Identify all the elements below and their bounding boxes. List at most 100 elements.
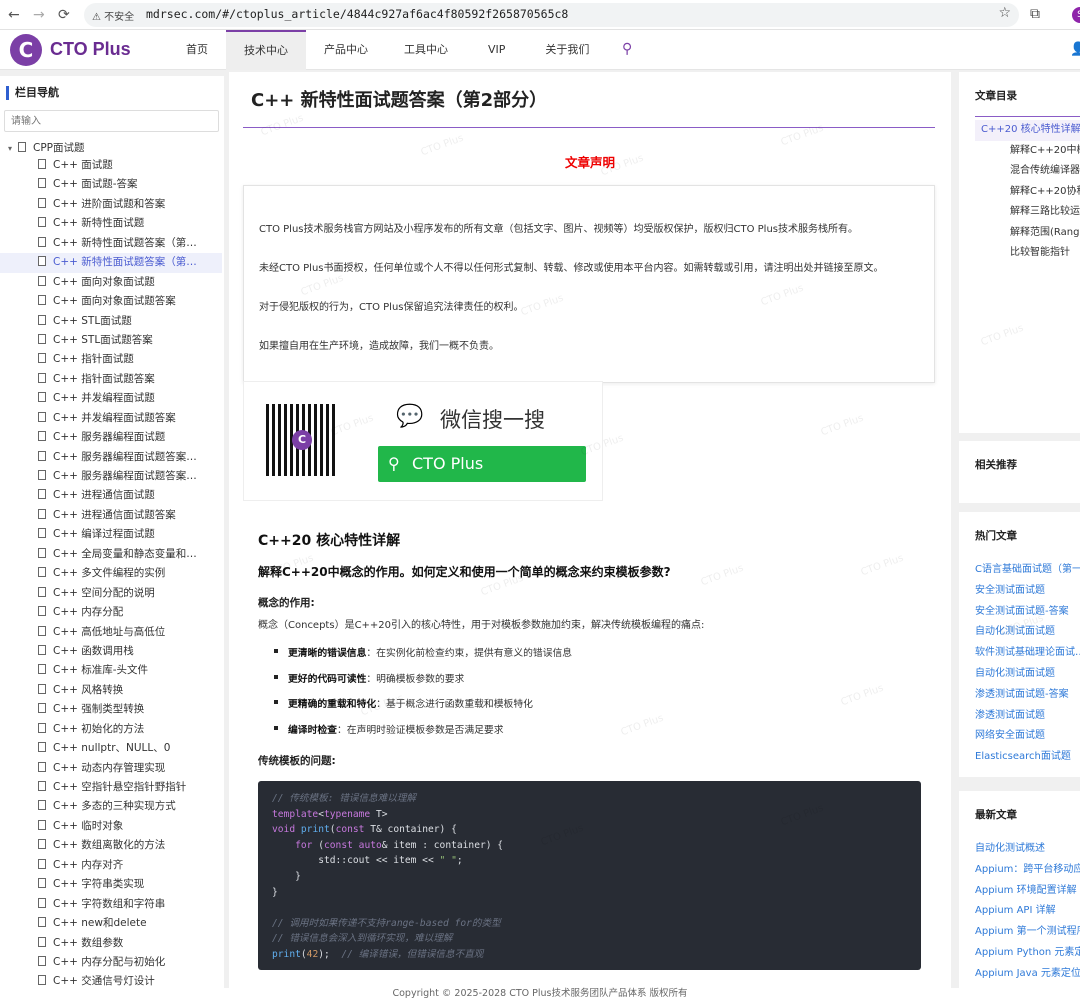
sidebar-item-label: C++ 强制类型转换 [53, 703, 145, 716]
sidebar-tree-item[interactable]: C++ 动态内存管理实现 [0, 759, 222, 778]
tree-root-cpp[interactable]: ▾ CPP面试题 [0, 140, 224, 156]
toc-item[interactable]: 解释三路比较运 [975, 202, 1080, 223]
sidebar-tree-item[interactable]: C++ 面试题-答案 [0, 175, 222, 194]
hot-article-link[interactable]: 软件测试基础理论面试… [975, 643, 1080, 664]
hot-article-link[interactable]: 自动化测试面试题 [975, 622, 1080, 643]
sidebar-tree-item[interactable]: C++ 风格转换 [0, 681, 222, 700]
sidebar-tree-item[interactable]: C++ 编译过程面试题 [0, 525, 222, 544]
sidebar-tree-item[interactable]: C++ STL面试题 [0, 312, 222, 331]
reload-icon[interactable]: ⟳ [58, 7, 70, 23]
sidebar-tree-item[interactable]: C++ STL面试题答案 [0, 331, 222, 350]
hot-article-link[interactable]: 安全测试面试题 [975, 581, 1080, 602]
hot-article-link[interactable]: 渗透测试面试题 [975, 706, 1080, 727]
logo-text[interactable]: CTO Plus [50, 39, 131, 60]
sidebar-tree-item[interactable]: C++ 全局变量和静态变量和… [0, 545, 222, 564]
sidebar-tree-item[interactable]: C++ 内存分配与初始化 [0, 953, 222, 972]
sidebar-tree-item[interactable]: C++ 内存分配 [0, 603, 222, 622]
logo-icon[interactable]: C [10, 34, 42, 66]
sidebar-tree-item[interactable]: C++ 并发编程面试题 [0, 389, 222, 408]
latest-article-link[interactable]: Appium Python 元素定… [975, 943, 1080, 964]
latest-article-link[interactable]: Appium 环境配置详解 [975, 881, 1080, 902]
sidebar-tree-item[interactable]: C++ 强制类型转换 [0, 700, 222, 719]
menu-item-vip[interactable]: VIP [466, 30, 527, 70]
sidebar-tree-item[interactable]: C++ 内存对齐 [0, 856, 222, 875]
collapse-arrow-icon[interactable]: ▾ [8, 144, 12, 153]
hot-article-link[interactable]: Elasticsearch面试题 [975, 747, 1080, 768]
menu-item-about[interactable]: 关于我们 [527, 30, 607, 70]
sidebar-tree-item[interactable]: C++ 服务器编程面试题 [0, 428, 222, 447]
document-icon [38, 392, 46, 403]
wechat-search-banner: C 💬 微信搜一搜 ⚲ CTO Plus [243, 381, 603, 501]
sidebar-tree-item[interactable]: C++ 空间分配的说明 [0, 584, 222, 603]
code-block[interactable]: // 传统模板: 错误信息难以理解 template<typename T> v… [258, 781, 921, 970]
sidebar-search-input[interactable] [4, 110, 219, 132]
sidebar-tree-item[interactable]: C++ 多文件编程的实例 [0, 564, 222, 583]
sidebar-tree-item[interactable]: C++ 数组参数 [0, 934, 222, 953]
address-bar[interactable]: ⚠ 不安全 mdrsec.com/#/ctoplus_article/4844c… [84, 3, 1019, 27]
not-secure-badge[interactable]: ⚠ 不安全 [92, 8, 134, 23]
hot-article-link[interactable]: 渗透测试面试题-答案 [975, 685, 1080, 706]
sidebar-tree-item[interactable]: C++ 数组离散化的方法 [0, 836, 222, 855]
sidebar-tree-item[interactable]: C++ 指针面试题答案 [0, 370, 222, 389]
sidebar-tree-item[interactable]: C++ 空指针悬空指针野指针 [0, 778, 222, 797]
user-icon[interactable]: 👤 [1070, 42, 1080, 57]
document-icon [38, 683, 46, 694]
sidebar-tree-item[interactable]: C++ nullptr、NULL、0 [0, 739, 222, 758]
extensions-icon[interactable]: ⧉ [1030, 6, 1040, 22]
sidebar-tree-item[interactable]: C++ 新特性面试题答案（第… [0, 234, 222, 253]
sidebar-tree-item[interactable]: C++ 高低地址与高低位 [0, 623, 222, 642]
sidebar-tree-item[interactable]: C++ 字符数组和字符串 [0, 895, 222, 914]
sidebar-item-label: C++ 指针面试题答案 [53, 372, 155, 385]
menu-item-tech-center[interactable]: 技术中心 [226, 30, 306, 70]
toc-item[interactable]: 混合传统编译器 [975, 161, 1080, 182]
sidebar-tree-item[interactable]: C++ 服务器编程面试题答案… [0, 448, 222, 467]
profile-avatar[interactable]: S [1072, 7, 1080, 23]
sidebar-tree-item[interactable]: C++ 字符串类实现 [0, 875, 222, 894]
latest-article-link[interactable]: Appium：跨平台移动应… [975, 860, 1080, 881]
toc-item[interactable]: 比较智能指针 [975, 243, 1080, 264]
sidebar-tree-item[interactable]: C++ 面向对象面试题 [0, 273, 222, 292]
document-icon [38, 295, 46, 306]
wechat-search-button[interactable]: ⚲ CTO Plus [378, 446, 586, 482]
latest-article-link[interactable]: 自动化测试概述 [975, 839, 1080, 860]
latest-article-link[interactable]: Appium API 详解 [975, 901, 1080, 922]
code-line: // 调用时如果传递不支持range-based for的类型 [272, 917, 501, 929]
latest-title: 最新文章 [975, 809, 1017, 821]
toc-item[interactable]: 解释范围(Rang [975, 223, 1080, 244]
sidebar-tree-item[interactable]: C++ 标准库-头文件 [0, 661, 222, 680]
sidebar-tree-item[interactable]: C++ 临时对象 [0, 817, 222, 836]
hot-article-link[interactable]: 自动化测试面试题 [975, 664, 1080, 685]
sidebar-tree-item[interactable]: C++ 多态的三种实现方式 [0, 797, 222, 816]
sidebar-tree-item[interactable]: C++ 指针面试题 [0, 350, 222, 369]
back-arrow-icon[interactable]: ← [8, 7, 20, 23]
document-icon [38, 644, 46, 655]
sidebar-tree-item[interactable]: C++ 进阶面试题和答案 [0, 195, 222, 214]
bookmark-star-icon[interactable]: ☆ [998, 5, 1011, 21]
sidebar-tree-item[interactable]: C++ 面试题 [0, 156, 222, 175]
hot-article-link[interactable]: 网络安全面试题 [975, 726, 1080, 747]
sidebar-tree-item[interactable]: C++ 进程通信面试题 [0, 486, 222, 505]
sidebar-tree-item[interactable]: C++ 服务器编程面试题答案… [0, 467, 222, 486]
sidebar-tree-item[interactable]: C++ 进程通信面试题答案 [0, 506, 222, 525]
sidebar-tree-item[interactable]: C++ 面向对象面试题答案 [0, 292, 222, 311]
sidebar-tree-item[interactable]: C++ 并发编程面试题答案 [0, 409, 222, 428]
menu-item-products[interactable]: 产品中心 [306, 30, 386, 70]
search-icon[interactable]: ⚲ [622, 41, 632, 57]
sidebar-tree-item[interactable]: C++ 初始化的方法 [0, 720, 222, 739]
hot-article-link[interactable]: C语言基础面试题（第一… [975, 560, 1080, 581]
sidebar-tree-item[interactable]: C++ new和delete [0, 914, 222, 933]
url-text[interactable]: mdrsec.com/#/ctoplus_article/4844c927af6… [146, 7, 568, 21]
sidebar-tree-item[interactable]: C++ 新特性面试题 [0, 214, 222, 233]
latest-article-link[interactable]: Appium 第一个测试程序 [975, 922, 1080, 943]
menu-item-tools[interactable]: 工具中心 [386, 30, 466, 70]
document-icon [38, 606, 46, 617]
toc-item[interactable]: C++20 核心特性详解 [975, 120, 1080, 141]
hot-article-link[interactable]: 安全测试面试题-答案 [975, 602, 1080, 623]
forward-arrow-icon[interactable]: → [33, 7, 45, 23]
menu-item-home[interactable]: 首页 [168, 30, 226, 70]
toc-item[interactable]: 解释C++20中概 [975, 141, 1080, 162]
latest-article-link[interactable]: Appium Java 元素定位… [975, 964, 1080, 985]
sidebar-tree-item[interactable]: C++ 函数调用栈 [0, 642, 222, 661]
toc-item[interactable]: 解释C++20协程 [975, 182, 1080, 203]
sidebar-tree-item[interactable]: C++ 新特性面试题答案（第… [0, 253, 222, 273]
